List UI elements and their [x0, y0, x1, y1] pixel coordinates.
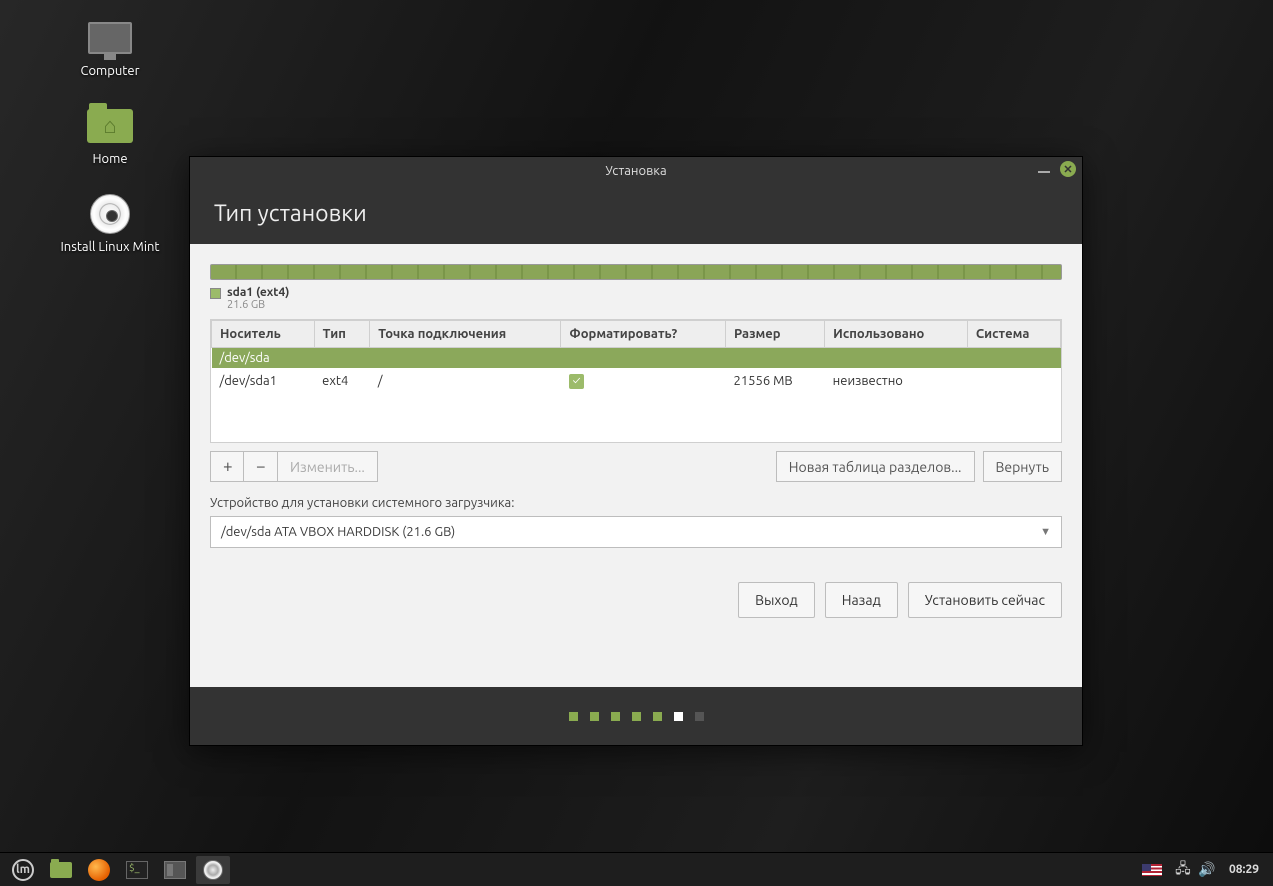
checkmark-icon[interactable]: ✓ [569, 374, 584, 389]
files-icon [164, 861, 186, 879]
window-title: Установка [605, 164, 666, 178]
disk-legend: sda1 (ext4) 21.6 GB [210, 286, 1062, 311]
mint-logo-icon: lm [12, 859, 34, 881]
legend-swatch [210, 288, 221, 299]
disc-icon [90, 194, 130, 234]
installer-window: Установка ✕ Тип установки sda1 (ext4) 21… [189, 156, 1083, 746]
col-device[interactable]: Носитель [212, 321, 315, 348]
menu-button[interactable]: lm [6, 856, 40, 884]
volume-icon[interactable]: 🔊 [1197, 861, 1217, 878]
folder-icon [50, 862, 72, 878]
disk-row[interactable]: /dev/sda [212, 348, 1061, 369]
desktop-icons: Computer Home Install Linux Mint [10, 18, 210, 282]
titlebar[interactable]: Установка ✕ [190, 157, 1082, 185]
disk-row-label: /dev/sda [212, 348, 1061, 369]
step-dot [695, 712, 704, 721]
legend-partition-size: 21.6 GB [227, 299, 289, 311]
step-dot [653, 712, 662, 721]
terminal-icon: $_ [126, 861, 148, 879]
partition-table-wrapper: Носитель Тип Точка подключения Форматиро… [210, 319, 1062, 443]
partition-table[interactable]: Носитель Тип Точка подключения Форматиро… [211, 320, 1061, 394]
desktop-icon-label: Computer [81, 64, 140, 78]
firefox-icon [88, 859, 110, 881]
revert-button[interactable]: Вернуть [983, 451, 1063, 482]
add-partition-button[interactable]: + [210, 451, 244, 482]
installer-content: sda1 (ext4) 21.6 GB Носитель Тип Точка п… [190, 244, 1082, 687]
col-mount[interactable]: Точка подключения [370, 321, 561, 348]
desktop-icon-computer[interactable]: Computer [10, 18, 210, 78]
disc-icon [203, 860, 223, 880]
step-dot [569, 712, 578, 721]
minimize-icon[interactable] [1038, 171, 1050, 173]
col-type[interactable]: Тип [314, 321, 370, 348]
chevron-down-icon: ▼ [1040, 526, 1051, 538]
clock[interactable]: 08:29 [1221, 863, 1267, 876]
col-size[interactable]: Размер [726, 321, 825, 348]
change-partition-button[interactable]: Изменить... [278, 451, 378, 482]
disk-usage-bar[interactable] [210, 264, 1062, 280]
cell-system [967, 368, 1060, 394]
desktop-icon-install[interactable]: Install Linux Mint [10, 194, 210, 254]
cell-type: ext4 [314, 368, 370, 394]
step-dot-current [674, 712, 683, 721]
col-format[interactable]: Форматировать? [561, 321, 726, 348]
install-now-button[interactable]: Установить сейчас [908, 582, 1062, 618]
taskbar-item-installer[interactable] [196, 856, 230, 884]
new-partition-table-button[interactable]: Новая таблица разделов... [776, 451, 975, 482]
progress-indicator [190, 687, 1082, 745]
back-button[interactable]: Назад [825, 582, 898, 618]
cell-mount: / [370, 368, 561, 394]
network-icon[interactable]: 🖧 [1173, 858, 1193, 882]
bootloader-device-select[interactable]: /dev/sda ATA VBOX HARDDISK (21.6 GB) ▼ [210, 516, 1062, 548]
keyboard-layout-indicator[interactable] [1135, 856, 1169, 884]
col-used[interactable]: Использовано [825, 321, 968, 348]
step-dot [632, 712, 641, 721]
col-system[interactable]: Система [967, 321, 1060, 348]
step-dot [590, 712, 599, 721]
desktop-icon-label: Install Linux Mint [60, 240, 159, 254]
installer-header: Тип установки [190, 185, 1082, 244]
step-dot [611, 712, 620, 721]
taskbar: lm $_ 🖧 🔊 08:29 [0, 852, 1273, 886]
footer-buttons: Выход Назад Установить сейчас [210, 582, 1062, 618]
firefox-launcher[interactable] [82, 856, 116, 884]
partition-row[interactable]: /dev/sda1 ext4 / ✓ 21556 MB неизвестно [212, 368, 1061, 394]
quit-button[interactable]: Выход [738, 582, 815, 618]
home-folder-icon [87, 109, 133, 143]
close-icon[interactable]: ✕ [1060, 161, 1076, 177]
bootloader-label: Устройство для установки системного загр… [210, 496, 1062, 510]
files-launcher[interactable] [158, 856, 192, 884]
cell-size: 21556 MB [726, 368, 825, 394]
computer-icon [88, 22, 132, 54]
remove-partition-button[interactable]: − [244, 451, 278, 482]
partition-toolbar: + − Изменить... Новая таблица разделов..… [210, 451, 1062, 482]
desktop-icon-home[interactable]: Home [10, 106, 210, 166]
cell-format: ✓ [561, 368, 726, 394]
bootloader-device-value: /dev/sda ATA VBOX HARDDISK (21.6 GB) [221, 525, 1040, 539]
page-title: Тип установки [214, 201, 1058, 226]
legend-partition-name: sda1 (ext4) [227, 286, 289, 299]
desktop-icon-label: Home [92, 152, 127, 166]
show-desktop-button[interactable] [44, 856, 78, 884]
terminal-launcher[interactable]: $_ [120, 856, 154, 884]
us-flag-icon [1142, 864, 1162, 876]
cell-used: неизвестно [825, 368, 968, 394]
cell-device: /dev/sda1 [212, 368, 315, 394]
